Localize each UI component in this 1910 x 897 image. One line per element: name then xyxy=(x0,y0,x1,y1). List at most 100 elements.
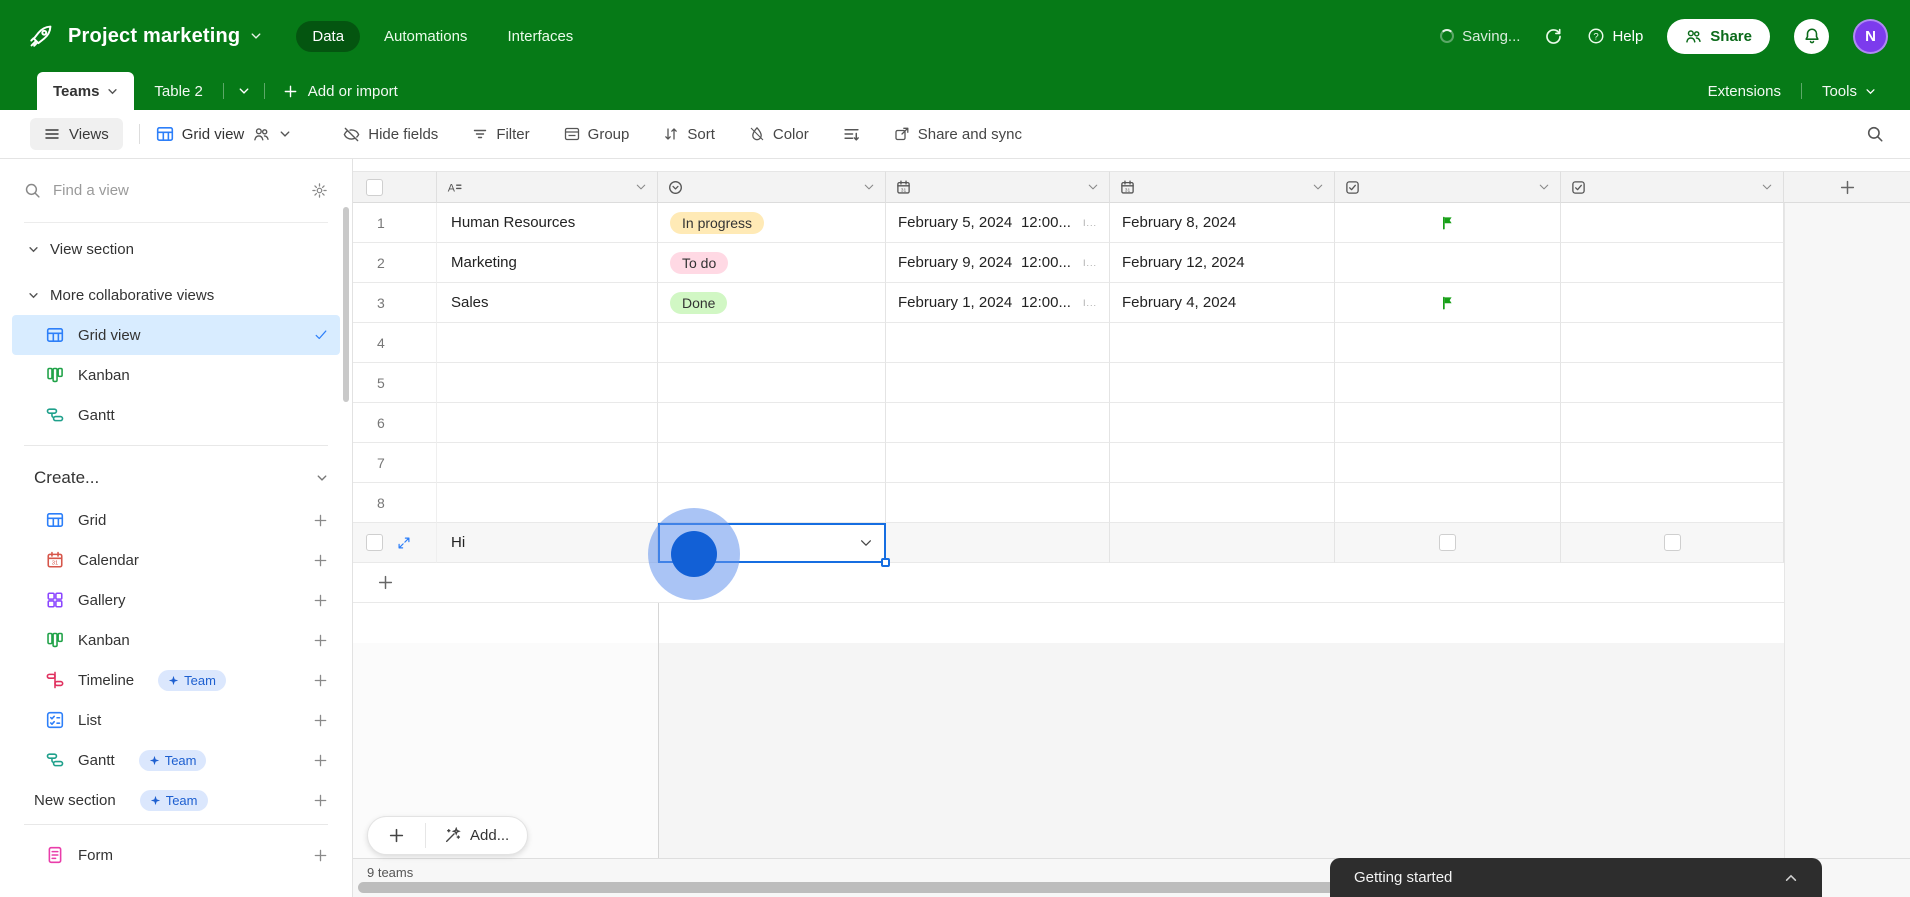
help-button[interactable]: ? Help xyxy=(1587,27,1643,45)
notifications-button[interactable] xyxy=(1794,18,1829,54)
add-view-plus-icon[interactable] xyxy=(313,593,328,608)
cell-deadline[interactable]: February 4, 2024 xyxy=(1110,283,1335,323)
nav-interfaces[interactable]: Interfaces xyxy=(491,21,589,52)
cell-start-date[interactable] xyxy=(886,523,1110,563)
table-row-8[interactable]: 8 xyxy=(353,483,1910,523)
current-view-button[interactable]: Grid view xyxy=(156,125,292,143)
sidebar-section-more-collaborative-views[interactable]: More collaborative views xyxy=(0,275,352,315)
expand-record-icon[interactable] xyxy=(397,536,411,550)
cell-status-selected[interactable] xyxy=(658,523,890,567)
create-item-grid[interactable]: Grid xyxy=(0,500,352,540)
cell-name[interactable]: Hi xyxy=(437,523,658,563)
create-item-list[interactable]: List xyxy=(0,700,352,740)
add-or-import-button[interactable]: Add or import xyxy=(265,72,416,110)
cell-deadline[interactable] xyxy=(1110,403,1335,443)
share-and-sync-button[interactable]: Share and sync xyxy=(894,126,1022,143)
cell-start-date[interactable] xyxy=(886,443,1110,483)
cell-description[interactable] xyxy=(1561,363,1784,403)
table-row-9[interactable]: Hi xyxy=(353,523,1910,567)
history-icon[interactable] xyxy=(1544,27,1563,46)
cell-flagged[interactable] xyxy=(1335,443,1561,483)
add-row-button[interactable] xyxy=(353,563,1784,603)
gear-icon[interactable] xyxy=(311,182,328,199)
cell-name[interactable] xyxy=(437,323,658,363)
cell-flagged[interactable] xyxy=(1335,203,1561,243)
add-view-plus-icon[interactable] xyxy=(313,633,328,648)
add-view-plus-icon[interactable] xyxy=(313,793,328,808)
cell-start-date[interactable]: February 5, 2024 12:00... I... xyxy=(886,203,1110,243)
add-view-plus-icon[interactable] xyxy=(313,848,328,863)
cell-status[interactable] xyxy=(658,403,886,443)
add-row[interactable] xyxy=(353,563,1910,603)
color-button[interactable]: Color xyxy=(749,126,809,143)
cell-deadline[interactable] xyxy=(1110,363,1335,403)
cell-flagged[interactable] xyxy=(1335,483,1561,523)
column-header-status[interactable] xyxy=(658,171,886,203)
cell-status[interactable]: To do xyxy=(658,243,886,283)
getting-started-bar[interactable]: Getting started xyxy=(1330,858,1822,897)
cell-name[interactable] xyxy=(437,363,658,403)
table-row-7[interactable]: 7 xyxy=(353,443,1910,483)
tables-dropdown-chevron-icon[interactable] xyxy=(224,72,264,110)
filter-button[interactable]: Filter xyxy=(472,126,530,143)
cell-description[interactable] xyxy=(1561,323,1784,363)
cell-deadline[interactable]: February 8, 2024 xyxy=(1110,203,1335,243)
add-view-plus-icon[interactable] xyxy=(313,713,328,728)
table-row-1[interactable]: 1 Human Resources In progress February 5, 2… xyxy=(353,203,1910,243)
add-view-plus-icon[interactable] xyxy=(313,553,328,568)
cell-flagged[interactable] xyxy=(1335,243,1561,283)
sidebar-section-view-section[interactable]: View section xyxy=(0,229,352,269)
cell-start-date[interactable]: February 9, 2024 12:00... I... xyxy=(886,243,1110,283)
column-menu-chevron-icon[interactable] xyxy=(1538,181,1550,193)
cell-description[interactable] xyxy=(1561,483,1784,523)
cell-description[interactable] xyxy=(1561,523,1784,563)
row-checkbox[interactable] xyxy=(366,534,383,551)
cell-status[interactable] xyxy=(658,363,886,403)
create-item-gantt[interactable]: Gantt Team xyxy=(0,740,352,780)
column-header-description[interactable] xyxy=(1561,171,1784,203)
cell-name[interactable]: Marketing xyxy=(437,243,658,283)
extensions-button[interactable]: Extensions xyxy=(1688,72,1801,110)
add-field-cell[interactable] xyxy=(1784,171,1910,203)
cell-start-date[interactable] xyxy=(886,323,1110,363)
row-height-button[interactable] xyxy=(843,126,860,143)
table-row-5[interactable]: 5 xyxy=(353,363,1910,403)
cell-flagged[interactable] xyxy=(1335,403,1561,443)
column-header-deadline[interactable]: 31 xyxy=(1110,171,1335,203)
cell-name[interactable]: Human Resources xyxy=(437,203,658,243)
user-avatar[interactable]: N xyxy=(1853,18,1888,54)
create-item-kanban[interactable]: Kanban xyxy=(0,620,352,660)
create-item-gallery[interactable]: Gallery xyxy=(0,580,352,620)
column-menu-chevron-icon[interactable] xyxy=(635,181,647,193)
table-row-6[interactable]: 6 xyxy=(353,403,1910,443)
cell-flagged[interactable] xyxy=(1335,323,1561,363)
sidebar-view-grid-view[interactable]: Grid view xyxy=(12,315,340,355)
create-section-header[interactable]: Create... xyxy=(0,456,352,500)
cell-name[interactable]: Sales xyxy=(437,283,658,323)
cell-description[interactable] xyxy=(1561,243,1784,283)
nav-data[interactable]: Data xyxy=(296,20,361,52)
cell-dropdown-chevron-icon[interactable] xyxy=(859,536,873,550)
cell-description[interactable] xyxy=(1561,443,1784,483)
create-item-new-section[interactable]: New section Team xyxy=(0,780,352,820)
cell-start-date[interactable] xyxy=(886,403,1110,443)
flagged-checkbox[interactable] xyxy=(1439,534,1456,551)
base-title-chevron-icon[interactable] xyxy=(250,30,262,42)
create-item-timeline[interactable]: Timeline Team xyxy=(0,660,352,700)
tab-teams[interactable]: Teams xyxy=(37,72,135,110)
cell-name[interactable] xyxy=(437,403,658,443)
table-row-3[interactable]: 3 Sales Done February 1, 2024 12:00... I... Fe… xyxy=(353,283,1910,323)
cell-status[interactable]: In progress xyxy=(658,203,886,243)
select-all-checkbox[interactable] xyxy=(366,178,383,196)
column-menu-chevron-icon[interactable] xyxy=(1087,181,1099,193)
add-record-button[interactable] xyxy=(368,817,425,854)
cell-status[interactable] xyxy=(658,443,886,483)
hide-fields-button[interactable]: Hide fields xyxy=(343,126,438,143)
table-row-2[interactable]: 2 Marketing To do February 9, 2024 12:00... I… xyxy=(353,243,1910,283)
tools-button[interactable]: Tools xyxy=(1802,72,1896,110)
add-with-ai-button[interactable]: Add... xyxy=(426,817,527,854)
cell-deadline[interactable] xyxy=(1110,523,1335,563)
views-sidebar-toggle[interactable]: Views xyxy=(30,118,123,150)
add-view-plus-icon[interactable] xyxy=(313,673,328,688)
base-title[interactable]: Project marketing xyxy=(68,25,240,48)
